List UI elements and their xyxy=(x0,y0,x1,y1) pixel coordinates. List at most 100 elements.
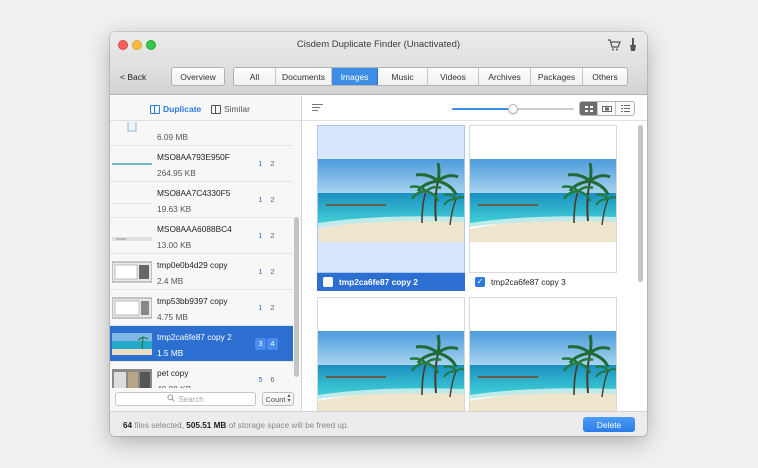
item-size: 1.5 MB xyxy=(157,348,184,358)
image-card-label[interactable]: ✓ tmp2ca6fe87 copy 3 xyxy=(469,273,617,291)
preview-scrollbar[interactable] xyxy=(638,125,643,282)
item-name: MSO8AA7C4330F5 xyxy=(157,188,231,198)
item-thumbnail xyxy=(112,297,152,319)
tab-others[interactable]: Others xyxy=(583,68,627,85)
item-size: 13.00 KB xyxy=(157,240,192,250)
image-card[interactable] xyxy=(317,297,465,411)
app-window: Cisdem Duplicate Finder (Unactivated) < … xyxy=(110,32,647,436)
sort-lines-icon[interactable] xyxy=(312,104,323,113)
image-card[interactable] xyxy=(469,125,617,273)
original-count-badge: 1 xyxy=(258,267,263,276)
slider-fill xyxy=(452,108,513,110)
select-checkbox[interactable] xyxy=(323,277,333,287)
files-selected-text: files selected, xyxy=(134,421,184,430)
item-name: tmp53bb9397 copy xyxy=(157,296,228,306)
duplicate-icon xyxy=(150,104,160,114)
original-count-badge: 1 xyxy=(258,231,263,240)
brush-icon[interactable] xyxy=(627,37,639,53)
count-label: Count xyxy=(265,394,286,404)
duplicate-count-badge: 2 xyxy=(270,195,275,204)
list-view-icon[interactable] xyxy=(616,102,634,115)
selected-files-count: 64 xyxy=(123,421,133,430)
item-size: 19.63 KB xyxy=(157,204,192,214)
slider-knob[interactable] xyxy=(508,104,518,114)
preview-panel: tmp2ca6fe87 copy 2 ✓ tmp2ca6fe87 copy 3 xyxy=(302,96,647,411)
duplicate-count-badge: 4 xyxy=(267,338,278,350)
list-item[interactable]: MSO8AA7C4330F5 19.63 KB 1 2 xyxy=(110,182,293,218)
item-thumbnail xyxy=(112,153,152,175)
tab-music[interactable]: Music xyxy=(378,68,428,85)
list-item[interactable]: MSO8AA793E950F 264.95 KB 1 2 xyxy=(110,146,293,182)
item-thumbnail xyxy=(112,122,152,139)
cart-icon[interactable] xyxy=(607,38,621,52)
item-name: tmp0e0b4d29 copy xyxy=(157,260,228,270)
search-placeholder: Search xyxy=(178,394,204,404)
image-grid: tmp2ca6fe87 copy 2 ✓ tmp2ca6fe87 copy 3 xyxy=(302,121,647,411)
original-count-badge: 1 xyxy=(258,303,263,312)
mode-switch: Duplicate Similar xyxy=(110,96,301,121)
duplicate-count-badge: 2 xyxy=(270,267,275,276)
tab-all[interactable]: All xyxy=(234,68,276,85)
updown-arrows-icon: ▴ ▾ xyxy=(287,393,291,404)
image-filename: tmp2ca6fe87 copy 3 xyxy=(491,277,566,287)
list-item[interactable]: tmp0e0b4d29 copy 2.4 MB 1 2 xyxy=(110,254,293,290)
duplicate-count-badge: 6 xyxy=(270,375,275,384)
similar-mode-label: Similar xyxy=(224,104,250,114)
status-text: 64 files selected, 505.51 MB of storage … xyxy=(123,421,349,430)
freed-space-value: 505.51 MB xyxy=(186,421,227,430)
duplicate-mode-label: Duplicate xyxy=(163,104,202,114)
select-checkbox[interactable]: ✓ xyxy=(475,277,485,287)
image-preview xyxy=(318,331,464,411)
similar-icon xyxy=(211,104,221,114)
freed-space-text: of storage space will be freed up. xyxy=(228,421,349,430)
original-count-badge: 5 xyxy=(258,375,263,384)
original-count-badge: 1 xyxy=(258,159,263,168)
sort-count-select[interactable]: Count ▴ ▾ xyxy=(262,392,294,406)
filmstrip-view-icon[interactable] xyxy=(598,102,616,115)
item-name: pet copy xyxy=(157,368,189,378)
category-tabs: All Documents Images Music Videos Archiv… xyxy=(233,67,628,86)
image-filename: tmp2ca6fe87 copy 2 xyxy=(339,277,418,287)
tab-images[interactable]: Images xyxy=(332,68,378,85)
image-card[interactable] xyxy=(469,297,617,411)
delete-button[interactable]: Delete xyxy=(583,417,635,432)
search-icon xyxy=(167,394,176,404)
list-item[interactable]: MSO8AAA6088BC4 13.00 KB 1 2 xyxy=(110,218,293,254)
window-title: Cisdem Duplicate Finder (Unactivated) xyxy=(296,39,461,50)
list-item-selected[interactable]: tmp2ca6fe87 copy 2 1.5 MB 3 4 xyxy=(110,326,293,362)
search-input[interactable]: Search xyxy=(115,392,256,406)
tab-archives[interactable]: Archives xyxy=(479,68,531,85)
item-name: MSO8AA793E950F xyxy=(157,152,230,162)
item-thumbnail xyxy=(112,189,152,211)
image-preview xyxy=(470,159,616,242)
duplicate-mode-button[interactable]: Duplicate xyxy=(150,104,201,114)
sidebar-scrollbar[interactable] xyxy=(294,217,299,377)
grid-view-icon[interactable] xyxy=(580,102,598,115)
item-name: tmp2ca6fe87 copy 2 xyxy=(157,332,232,342)
toolbar: < Back Overview All Documents Images Mus… xyxy=(110,58,647,95)
file-group-list: 6.09 MB MSO8AA793E950F 264.95 KB 1 2 MSO… xyxy=(110,122,293,392)
tab-documents[interactable]: Documents xyxy=(276,68,332,85)
duplicate-count-badge: 2 xyxy=(270,231,275,240)
tab-videos[interactable]: Videos xyxy=(428,68,479,85)
list-item[interactable]: tmp53bb9397 copy 4.75 MB 1 2 xyxy=(110,290,293,326)
back-button[interactable]: < Back xyxy=(120,72,146,82)
status-bar: 64 files selected, 505.51 MB of storage … xyxy=(110,411,647,436)
item-size: 4.75 MB xyxy=(157,312,188,322)
sidebar: Duplicate Similar 6.09 MB MSO8AA793E950F xyxy=(110,96,302,411)
similar-mode-button[interactable]: Similar xyxy=(211,104,250,114)
tab-packages[interactable]: Packages xyxy=(531,68,583,85)
item-size: 2.4 MB xyxy=(157,276,184,286)
view-mode-switch xyxy=(579,101,635,116)
item-name: MSO8AAA6088BC4 xyxy=(157,224,232,234)
item-thumbnail xyxy=(112,225,152,247)
image-card-selected[interactable] xyxy=(317,125,465,273)
thumbnail-size-slider[interactable] xyxy=(452,104,574,114)
overview-button[interactable]: Overview xyxy=(171,67,225,86)
list-item[interactable]: 6.09 MB xyxy=(110,122,293,146)
image-card-label[interactable]: tmp2ca6fe87 copy 2 xyxy=(317,273,465,291)
duplicate-count-badge: 2 xyxy=(270,303,275,312)
item-thumbnail xyxy=(112,261,152,283)
duplicate-count-badge: 2 xyxy=(270,159,275,168)
item-size: 264.95 KB xyxy=(157,168,196,178)
